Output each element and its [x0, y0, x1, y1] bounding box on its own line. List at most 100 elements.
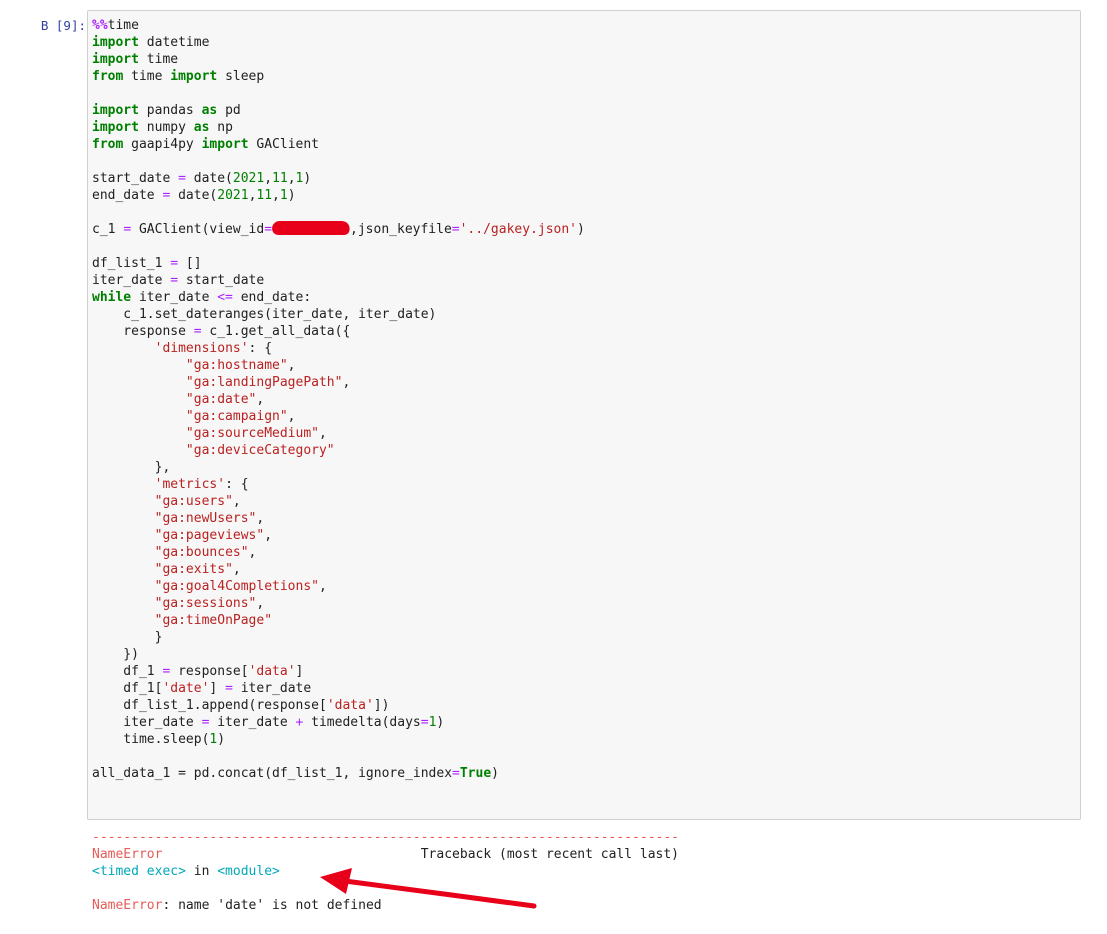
- code-token: =: [225, 681, 233, 696]
- code-line: import numpy as np: [92, 119, 585, 136]
- code-token: "ga:exits": [154, 562, 233, 577]
- code-token: iter_date: [131, 290, 218, 305]
- code-token: ,: [232, 562, 241, 577]
- code-line: "ga:date",: [92, 391, 585, 408]
- code-token: "ga:date": [185, 392, 257, 407]
- code-token: True: [459, 766, 492, 781]
- code-line: df_list_1.append(response['data']): [92, 697, 585, 714]
- code-line: df_1['date'] = iter_date: [92, 680, 585, 697]
- code-line: end_date = date(2021,11,1): [92, 187, 585, 204]
- code-cell-input[interactable]: %%time import datetime import time from tim…: [87, 10, 1081, 820]
- code-token: ,: [232, 494, 241, 509]
- code-token: ): [491, 766, 499, 781]
- code-token: in: [185, 864, 218, 879]
- code-token: =: [170, 256, 179, 271]
- code-token: "ga:bounces": [154, 545, 249, 560]
- code-token: timedelta(days: [303, 715, 421, 730]
- code-token: "ga:campaign": [185, 409, 288, 424]
- code-token: 2021: [217, 188, 249, 203]
- code-token: NameError: [92, 847, 163, 862]
- code-line: start_date = date(2021,11,1): [92, 170, 585, 187]
- redacted-view-id: [270, 221, 352, 235]
- code-token: df_1: [92, 664, 163, 679]
- code-token: end_date:: [232, 290, 312, 305]
- code-line: "ga:deviceCategory": [92, 442, 585, 459]
- code-line: "ga:sessions",: [92, 595, 585, 612]
- code-token: response[: [170, 664, 249, 679]
- code-line: import datetime: [92, 34, 585, 51]
- code-line: "ga:pageviews",: [92, 527, 585, 544]
- code-token: ,: [256, 392, 265, 407]
- code-token: <=: [217, 290, 233, 305]
- code-line: 'metrics': {: [92, 476, 585, 493]
- code-token: import: [92, 103, 139, 118]
- code-line: "ga:campaign",: [92, 408, 585, 425]
- output-line: NameError: name 'date' is not defined: [92, 897, 679, 914]
- code-token: "ga:users": [154, 494, 233, 509]
- code-token: 1: [279, 188, 288, 203]
- code-token: time.sleep(: [92, 732, 210, 747]
- code-token: "ga:landingPagePath": [185, 375, 343, 390]
- code-editor[interactable]: %%time import datetime import time from tim…: [92, 17, 585, 782]
- code-token: ,: [287, 409, 296, 424]
- code-token: "ga:deviceCategory": [185, 443, 335, 458]
- code-token: }): [92, 647, 139, 662]
- code-token: c_1.set_dateranges(iter_date, iter_date): [92, 307, 437, 322]
- code-line: "ga:sourceMedium",: [92, 425, 585, 442]
- code-token: ,: [264, 528, 273, 543]
- code-token: }: [92, 630, 163, 645]
- code-token: time: [107, 18, 139, 33]
- code-token: datetime: [138, 35, 210, 50]
- code-token: "ga:hostname": [185, 358, 288, 373]
- code-token: import: [92, 120, 139, 135]
- code-line: "ga:users",: [92, 493, 585, 510]
- code-line: import pandas as pd: [92, 102, 585, 119]
- code-token: ): [217, 732, 226, 747]
- code-token: =: [193, 324, 202, 339]
- code-token: []: [178, 256, 202, 271]
- code-token: numpy: [138, 120, 194, 135]
- code-token: =: [178, 766, 186, 781]
- code-token: from: [92, 69, 124, 84]
- output-line: NameError Traceback (most recent call la…: [92, 846, 679, 863]
- code-line: "ga:bounces",: [92, 544, 585, 561]
- code-line: response = c_1.get_all_data({: [92, 323, 585, 340]
- code-token: "ga:sessions": [154, 596, 257, 611]
- code-token: ]: [295, 664, 304, 679]
- code-token: ): [436, 715, 445, 730]
- code-line: iter_date = iter_date + timedelta(days=1…: [92, 714, 585, 731]
- code-line: }: [92, 629, 585, 646]
- code-token: Traceback (most recent call last): [162, 847, 680, 862]
- code-token: 'date': [162, 681, 210, 696]
- code-token: ,: [272, 188, 280, 203]
- code-line: "ga:goal4Completions",: [92, 578, 585, 595]
- code-token: pd.concat(df_list_1, ignore_index: [185, 766, 453, 781]
- code-token: pd: [217, 103, 241, 118]
- code-token: pandas: [138, 103, 202, 118]
- code-token: df_list_1.append(response[: [92, 698, 327, 713]
- code-token: ,: [318, 426, 327, 441]
- code-token: import: [170, 69, 218, 84]
- code-token: ): [303, 171, 312, 186]
- code-token: 2021: [232, 171, 265, 186]
- code-line: from gaapi4py import GAClient: [92, 136, 585, 153]
- code-token: 11: [256, 188, 273, 203]
- code-token: ----------------------------------------…: [92, 830, 679, 845]
- code-token: 'metrics': [154, 477, 226, 492]
- code-token: =: [123, 222, 132, 237]
- code-token: sleep: [217, 69, 265, 84]
- code-token: =: [420, 715, 429, 730]
- code-token: "ga:pageviews": [154, 528, 265, 543]
- code-token: 'data': [326, 698, 374, 713]
- code-token: c_1.get_all_data({: [201, 324, 351, 339]
- code-token: =: [451, 222, 460, 237]
